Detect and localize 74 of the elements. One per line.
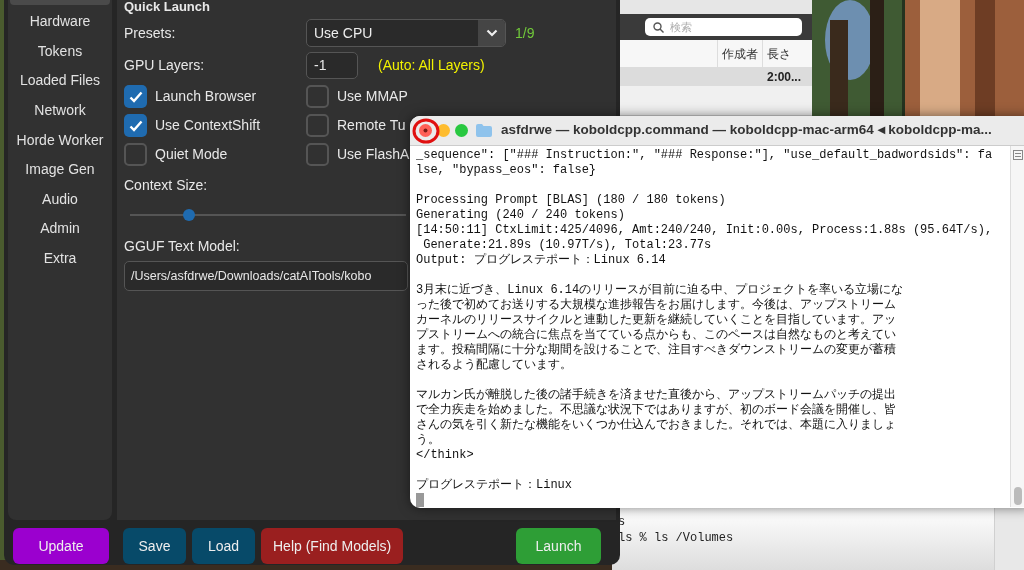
sidebar-item[interactable]: Image Gen [8, 154, 112, 185]
scrollbar[interactable] [1010, 146, 1024, 507]
checkbox-label: Quiet Mode [155, 145, 228, 164]
file-button[interactable]: Load [192, 528, 255, 564]
terminal-line: プストリームへの統合に焦点を当てている点からも、このペースは自然なものと考えてい [416, 328, 897, 343]
folder-icon [476, 124, 492, 137]
scrollbar[interactable] [994, 508, 1024, 570]
table-row[interactable]: 2:00... [620, 67, 812, 86]
check-icon [128, 119, 143, 132]
search-icon [653, 21, 664, 33]
sidebar-item[interactable]: Hardware [8, 7, 112, 37]
terminal-line: されるよう配慮しています。 [416, 358, 573, 373]
checkbox-label: Remote Tu [337, 116, 406, 135]
field-label: GPU Layers: [124, 56, 206, 75]
checkbox[interactable] [124, 114, 147, 137]
update-button[interactable]: Update [13, 528, 109, 564]
terminal-line: で全力疾走を始めました。不思議な状況下ではありますが、初のボード会議を開催し、皆 [416, 403, 897, 418]
annotation-circle [411, 117, 441, 145]
terminal-line: ls % ls /Volumes [618, 530, 735, 546]
terminal-line: ます。投稿間隔に十分な期間を設けることで、注目すべきダウンストリームの変更が蓄積 [416, 343, 897, 358]
sidebar-item[interactable]: Horde Worker [8, 125, 112, 155]
sidebar-item[interactable]: Tokens [8, 36, 112, 67]
preset-count: 1/9 [515, 23, 535, 43]
terminal-line: った後で初めてお送りする大規模な進捗報告をお届けします。今後は、アップストリーム [416, 298, 897, 313]
hint-text: (Auto: All Layers) [378, 56, 485, 75]
terminal-line: カーネルのリリースサイクルと連動した更新を継続していくことを目指しています。アッ [416, 313, 897, 328]
field-label: Presets: [124, 23, 177, 43]
checkbox[interactable] [124, 143, 147, 166]
file-button[interactable]: Save [123, 528, 186, 564]
check-icon [128, 90, 143, 103]
sidebar-item[interactable]: Extra [8, 243, 112, 274]
sidebar-item[interactable]: Loaded Files [8, 66, 112, 96]
checkbox-label: Use MMAP [337, 87, 408, 106]
terminal-line: Generate:21.89s (10.97T/s), Total:23.77s [422, 238, 713, 253]
checkbox-label: Use FlashA [337, 145, 410, 164]
terminal-line: [14:50:11] CtxLimit:425/4096, Amt:240/240, Init:0.00s, Process:1.88s (95.64T/s), [416, 223, 994, 238]
minimize-button[interactable] [437, 124, 450, 137]
placeholder-text: 検索 [670, 19, 692, 35]
sidebar-item[interactable]: Admin [8, 214, 112, 244]
table-cell-text: 2:00... [767, 68, 802, 86]
section-heading: Quick Launch [124, 0, 211, 14]
sidebar-item[interactable]: Audio [8, 184, 112, 215]
help-button[interactable]: Help (Find Models) [261, 528, 404, 564]
close-button[interactable] [419, 124, 432, 137]
checkbox[interactable] [306, 114, 329, 137]
terminal-line: マルカン氏が離脱した後の諸手続きを済ませた直後から、アップストリームパッチの提出 [416, 388, 897, 403]
chevron-icon [485, 29, 498, 37]
presets-dropdown[interactable]: Use CPU [306, 19, 506, 47]
zoom-button[interactable] [455, 124, 468, 137]
terminal-line: lse, "bypass_eos": false} [416, 163, 598, 178]
terminal-line: </think> [416, 448, 475, 463]
checkbox[interactable] [124, 85, 147, 108]
checkbox-label: Use ContextShift [155, 116, 261, 135]
terminal-line: _sequence": ["### Instruction:", "### Response:"], "use_default_badwordsids": fa [416, 148, 994, 163]
checkbox[interactable] [306, 85, 329, 108]
sidebar-item[interactable]: Network [8, 95, 112, 126]
terminal-line: プログレステポート：Linux [416, 478, 573, 493]
gpu-layers-input[interactable]: -1 [306, 52, 358, 79]
terminal-line: Generating (240 / 240 tokens) [416, 208, 626, 223]
scrollbar-thumb[interactable] [1014, 487, 1022, 505]
terminal-line: う。 [416, 433, 441, 448]
checkbox-label: Launch Browser [155, 87, 257, 106]
terminal-line: Output: プログレステポート：Linux 6.14 [416, 253, 667, 268]
context-size-slider[interactable] [130, 209, 406, 221]
terminal-line: 3月末に近づき、Linux 6.14のリリースが目前に迫る中、プロジェクトを率いる立場にな [416, 283, 905, 298]
field-label: Context Size: [124, 176, 208, 195]
checkbox[interactable] [306, 143, 329, 166]
slider-thumb[interactable] [182, 209, 195, 221]
terminal-line: Processing Prompt [BLAS] (180 / 180 tokens) [416, 193, 727, 208]
terminal-line: さんの気を引く新たな機能をいくつか仕込んでおきました。それでは、本題に入りましょ [416, 418, 897, 433]
menu-icon[interactable] [1013, 150, 1023, 160]
window-title: asfdrwe — koboldcpp.command — koboldcpp-mac-arm64 ◂ koboldcpp-ma... [501, 121, 992, 140]
field-label: GGUF Text Model: [124, 237, 240, 256]
model-path-field[interactable]: /Users/asfdrwe/Downloads/catAITools/kobo [124, 261, 408, 291]
